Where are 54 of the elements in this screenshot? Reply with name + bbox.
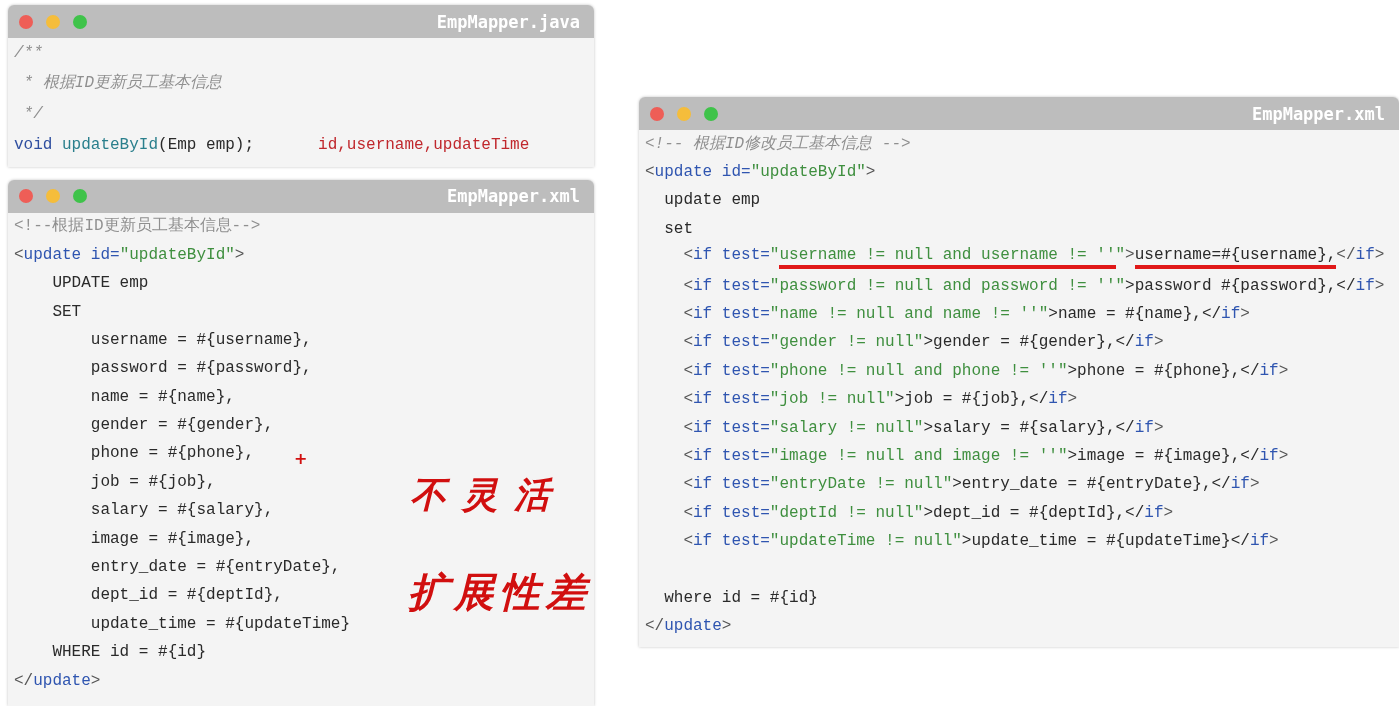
plus-mark: + bbox=[294, 448, 308, 468]
code-line: <if test="image != null and image != ''">image = #{image},</if> bbox=[682, 446, 1289, 467]
close-button[interactable] bbox=[19, 189, 33, 204]
code-line: <if test="password != null and password != ''">password #{password},</if> bbox=[682, 276, 1385, 296]
code-line: </update> bbox=[645, 617, 732, 637]
code-line: <if test="salary != null">salary = #{salary},</if> bbox=[682, 418, 1164, 438]
code-line: gender = #{gender}, bbox=[89, 416, 274, 436]
window-title: EmpMapper.xml bbox=[446, 186, 580, 207]
window-title: EmpMapper.java bbox=[436, 11, 580, 32]
code-line: salary = #{salary}, bbox=[89, 501, 274, 521]
maximize-button[interactable] bbox=[704, 106, 718, 121]
code-line: <if test="gender != null">gender = #{gender},</if> bbox=[682, 333, 1164, 353]
code-line: WHERE id = #{id} bbox=[51, 643, 207, 663]
code-line: <if test="name != null and name != ''">name = #{name},</if> bbox=[682, 304, 1250, 325]
code-line: void updateById(Emp emp); bbox=[14, 135, 255, 155]
close-button[interactable] bbox=[19, 14, 33, 29]
code-line: job = #{job}, bbox=[89, 472, 216, 493]
close-button[interactable] bbox=[650, 106, 664, 121]
code-line: * 根据ID更新员工基本信息 bbox=[22, 74, 222, 94]
code-line: phone = #{phone}, bbox=[89, 444, 255, 464]
code-line: <!-- 根据ID修改员工基本信息 --> bbox=[645, 134, 911, 154]
code-line: where id = #{id} bbox=[663, 588, 818, 609]
code-line: update_time = #{updateTime} bbox=[89, 614, 351, 634]
handwritten-note: 不灵活 bbox=[410, 471, 566, 517]
handwritten-note: 扩展性差 bbox=[408, 566, 592, 617]
minimize-button[interactable] bbox=[677, 106, 691, 121]
code-line: entry_date = #{entryDate}, bbox=[89, 558, 341, 578]
code-line: </update> bbox=[14, 671, 101, 691]
code-line: dept_id = #{deptId}, bbox=[89, 586, 283, 606]
code-line: image = #{image}, bbox=[89, 529, 255, 549]
code-line: /** bbox=[14, 43, 43, 63]
code-line: UPDATE emp bbox=[51, 274, 149, 294]
annotation-text: id,username,updateTime bbox=[318, 136, 530, 155]
code-line: <if test="phone != null and phone != ''">phone = #{phone},</if> bbox=[682, 361, 1289, 381]
code-line: <update id="updateById"> bbox=[645, 163, 876, 183]
code-line: SET bbox=[51, 302, 82, 322]
maximize-button[interactable] bbox=[73, 189, 87, 204]
code-line: <!--根据ID更新员工基本信息--> bbox=[14, 217, 261, 237]
code-line: <if test="updateTime != null">update_time = #{updateTime}</if> bbox=[682, 532, 1279, 552]
maximize-button[interactable] bbox=[73, 14, 87, 29]
code-line: update emp bbox=[663, 191, 761, 211]
code-line: */ bbox=[22, 105, 43, 125]
code-line: <if test="username != null and username != ''">username=#{username},</if> bbox=[645, 246, 1385, 270]
code-line: name = #{name}, bbox=[89, 387, 235, 407]
window-title: EmpMapper.xml bbox=[1251, 103, 1385, 124]
code-line: password = #{password}, bbox=[89, 359, 312, 379]
code-line: set bbox=[663, 219, 693, 239]
minimize-button[interactable] bbox=[46, 14, 60, 29]
minimize-button[interactable] bbox=[46, 189, 60, 204]
code-line: username = #{username}, bbox=[89, 330, 312, 351]
code-line: <update id="updateById"> bbox=[14, 245, 245, 265]
code-line: <if test="job != null">job = #{job},</if> bbox=[682, 390, 1078, 410]
code-line: <if test="entryDate != null">entry_date = #{entryDate},</if> bbox=[682, 475, 1260, 495]
code-line: <if test="deptId != null">dept_id = #{deptId},</if> bbox=[682, 503, 1174, 523]
